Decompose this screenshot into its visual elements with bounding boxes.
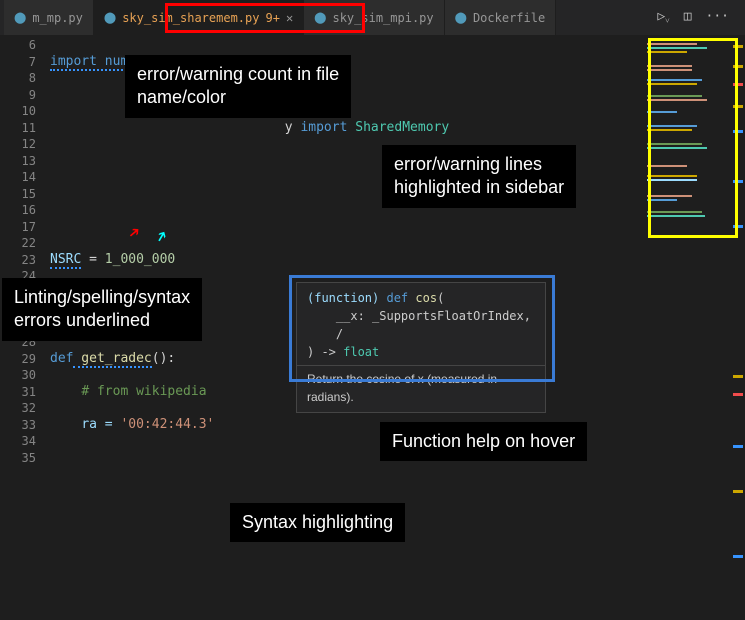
line-number: 12 [0, 136, 36, 153]
code-text: ra = [81, 417, 120, 432]
line-number: 33 [0, 417, 36, 434]
line-number: 10 [0, 103, 36, 120]
annotation-syntax: Syntax highlighting [230, 503, 405, 542]
code-text: def [50, 351, 73, 366]
line-number: 8 [0, 70, 36, 87]
annotation-hover: Function help on hover [380, 422, 587, 461]
line-number: 29 [0, 351, 36, 368]
python-icon: ⬤ [104, 11, 116, 24]
tab-label: Dockerfile [473, 11, 545, 25]
code-text: = [81, 252, 104, 267]
callout-box-tab [165, 3, 365, 33]
docker-icon: ⬤ [455, 11, 467, 24]
code-text: (): [152, 351, 175, 366]
line-number: 31 [0, 384, 36, 401]
line-number: 17 [0, 219, 36, 236]
code-text: y import SharedMemory [50, 120, 449, 135]
tab-label: m_mp.py [32, 11, 83, 25]
line-number: 7 [0, 54, 36, 71]
line-number: 22 [0, 235, 36, 252]
line-number: 6 [0, 37, 36, 54]
editor-toolbar: ▷˅ ◫ ··· [657, 9, 741, 26]
tab-next2[interactable]: ⬤ Dockerfile [445, 0, 557, 35]
code-text: 1_000_000 [105, 252, 175, 267]
annotation-tab: error/warning count in filename/color [125, 55, 351, 118]
split-editor-icon[interactable]: ◫ [684, 9, 692, 26]
line-number: 9 [0, 87, 36, 104]
python-icon: ⬤ [14, 11, 26, 24]
tab-bar: ⬤ m_mp.py ⬤ sky_sim_sharemem.py 9+ ✕ ⬤ s… [0, 0, 745, 35]
tab-prev[interactable]: ⬤ m_mp.py [4, 0, 94, 35]
callout-box-hover [289, 275, 555, 382]
code-text: get_radec [73, 351, 151, 368]
line-number: 23 [0, 252, 36, 269]
line-number: 11 [0, 120, 36, 137]
code-text: # from wikipedia [81, 384, 206, 399]
line-number: 32 [0, 400, 36, 417]
run-icon[interactable]: ▷˅ [657, 9, 669, 26]
line-number: 15 [0, 186, 36, 203]
code-text: '00:42:44.3' [120, 417, 214, 432]
code-text: NSRC [50, 252, 81, 269]
annotation-lint: Linting/spelling/syntaxerrors underlined [2, 278, 202, 341]
line-number: 16 [0, 202, 36, 219]
line-number: 13 [0, 153, 36, 170]
more-icon[interactable]: ··· [706, 9, 729, 26]
line-number: 35 [0, 450, 36, 467]
line-number: 34 [0, 433, 36, 450]
annotation-sidebar: error/warning lineshighlighted in sideba… [382, 145, 576, 208]
callout-box-sidebar [648, 38, 738, 238]
line-number: 30 [0, 367, 36, 384]
line-number: 14 [0, 169, 36, 186]
